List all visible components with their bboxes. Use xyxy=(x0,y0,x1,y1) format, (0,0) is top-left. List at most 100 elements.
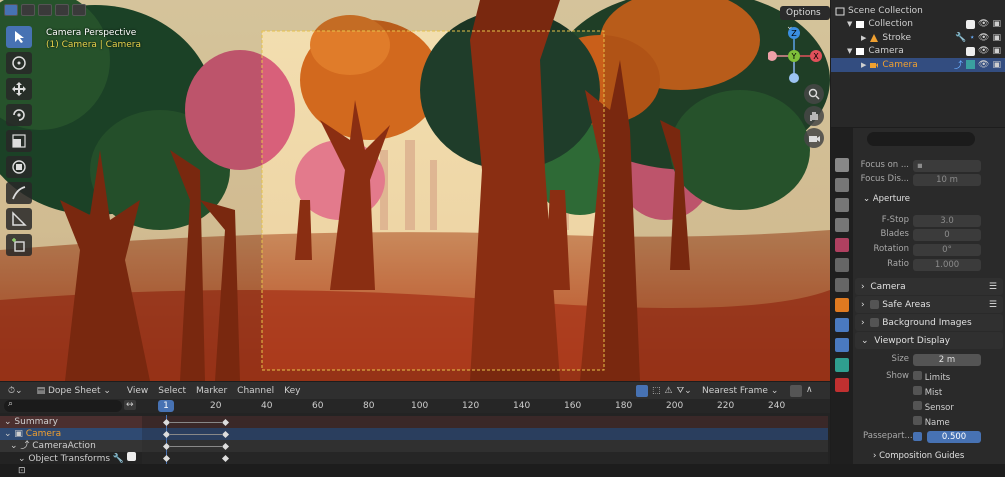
blades-field[interactable]: 0 xyxy=(913,229,981,241)
wrench-icon[interactable]: 🔧 xyxy=(113,454,124,464)
menu-select[interactable]: Select xyxy=(158,386,186,396)
modifier-wrench-icon[interactable]: 🔧 xyxy=(955,33,966,43)
channel-summary[interactable]: ⌄ Summary xyxy=(0,416,142,428)
outliner-row-camera-object[interactable]: ▶ Camera ⤴ 👁 ▣ xyxy=(831,58,1005,72)
pan-button[interactable] xyxy=(804,106,824,126)
focus-object-field[interactable]: ▪ xyxy=(913,160,981,172)
composition-guides-header[interactable]: › Composition Guides xyxy=(873,451,1005,461)
camera-render-icon[interactable]: ▣ xyxy=(992,60,1001,70)
properties-search-input[interactable] xyxy=(866,132,975,146)
options-dropdown[interactable]: Options ⌄ xyxy=(780,6,830,32)
constraint-icon[interactable]: ⋆ xyxy=(969,33,975,43)
outliner-row-collection[interactable]: ▼ Collection 👁 ▣ xyxy=(831,18,1005,32)
transform-tool[interactable] xyxy=(6,156,32,178)
constraints-tab-icon[interactable] xyxy=(835,338,849,352)
mode-dropdown[interactable]: ▤ Dope Sheet ⌄ xyxy=(37,386,111,396)
scene-tab-icon[interactable] xyxy=(835,238,849,252)
select-subtract-mode-button[interactable] xyxy=(38,4,52,16)
mist-checkbox[interactable] xyxy=(913,386,922,395)
output-tab-icon[interactable] xyxy=(835,198,849,212)
limits-checkbox-wrap[interactable]: Limits xyxy=(913,371,950,383)
falloff-curve-icon[interactable]: ∧ xyxy=(806,385,813,397)
menu-channel[interactable]: Channel xyxy=(237,386,274,396)
camera-render-icon[interactable]: ▣ xyxy=(992,33,1001,43)
warning-icon[interactable]: ⚠ xyxy=(665,386,673,396)
passepartout-field[interactable]: 0.500 xyxy=(927,431,981,443)
zoom-button[interactable] xyxy=(804,84,824,104)
exclude-checkbox[interactable] xyxy=(966,46,976,56)
mist-checkbox-wrap[interactable]: Mist xyxy=(913,386,942,398)
camera-view-button[interactable] xyxy=(804,128,824,148)
eye-icon[interactable]: 👁 xyxy=(978,46,989,56)
select-invert-mode-button[interactable] xyxy=(55,4,69,16)
proportional-edit-icon[interactable] xyxy=(790,384,802,397)
size-field[interactable]: 2 m xyxy=(913,354,981,366)
track-camera-action[interactable] xyxy=(142,440,828,452)
channel-camera-action[interactable]: ⌄ ⤴ CameraAction xyxy=(0,440,142,452)
collection-tab-icon[interactable] xyxy=(835,278,849,292)
view-layer-tab-icon[interactable] xyxy=(835,218,849,232)
sync-width-icon[interactable]: ↔ xyxy=(124,400,136,410)
rotation-field[interactable]: 0° xyxy=(913,244,981,256)
cursor-tool[interactable] xyxy=(6,52,32,74)
passepartout-checkbox[interactable] xyxy=(913,432,922,441)
texture-tab-icon[interactable] xyxy=(835,378,849,392)
filter-icon[interactable]: ⛛⌄ xyxy=(677,386,692,396)
channel-search-input[interactable]: ⌕ xyxy=(4,399,122,412)
select-box-mode-button[interactable] xyxy=(4,4,18,16)
safe-areas-checkbox[interactable] xyxy=(870,300,880,309)
current-frame-indicator[interactable]: 1 xyxy=(158,400,174,412)
outliner-row-stroke[interactable]: ▶ Stroke 🔧 ⋆ 👁 ▣ xyxy=(831,31,1005,45)
editor-type-icon[interactable]: ⏱⌄ xyxy=(8,386,23,396)
exclude-checkbox[interactable] xyxy=(966,19,976,29)
fstop-field[interactable]: 3.0 xyxy=(913,215,981,227)
select-extend-mode-button[interactable] xyxy=(21,4,35,16)
world-tab-icon[interactable] xyxy=(835,258,849,272)
navigation-gizmo[interactable]: Z X Y xyxy=(768,26,824,86)
only-selected-icon[interactable] xyxy=(636,384,648,397)
camera-render-icon[interactable]: ▣ xyxy=(992,19,1001,29)
list-icon[interactable]: ☰ xyxy=(989,300,997,310)
outliner-row-scene-collection[interactable]: Scene Collection xyxy=(831,4,1005,18)
sensor-checkbox[interactable] xyxy=(913,401,922,410)
mute-checkbox[interactable] xyxy=(127,452,137,461)
select-tool[interactable] xyxy=(6,26,32,48)
move-tool[interactable] xyxy=(6,78,32,100)
viewport-display-panel-header[interactable]: ⌄ Viewport Display xyxy=(855,332,1003,349)
name-checkbox-wrap[interactable]: Name xyxy=(913,416,950,428)
camera-data-tab-icon[interactable] xyxy=(835,358,849,372)
object-tab-icon[interactable] xyxy=(835,298,849,312)
aperture-subpanel-header[interactable]: ⌄ Aperture xyxy=(863,194,1005,204)
select-intersect-mode-button[interactable] xyxy=(72,4,86,16)
sensor-checkbox-wrap[interactable]: Sensor xyxy=(913,401,954,413)
measure-tool[interactable] xyxy=(6,208,32,230)
3d-viewport[interactable]: Camera Perspective (1) Camera | Camera O… xyxy=(0,0,830,381)
menu-key[interactable]: Key xyxy=(284,386,300,396)
snapping-dropdown[interactable]: Nearest Frame ⌄ xyxy=(702,386,778,396)
menu-marker[interactable]: Marker xyxy=(196,386,227,396)
tool-tab-icon[interactable] xyxy=(835,158,849,172)
safe-areas-panel-header[interactable]: › Safe Areas ☰ xyxy=(855,296,1003,313)
animation-data-icon[interactable]: ⤴ xyxy=(954,58,963,71)
eye-icon[interactable]: 👁 xyxy=(978,33,989,43)
rotate-tool[interactable] xyxy=(6,104,32,126)
focus-distance-field[interactable]: 10 m xyxy=(913,174,981,186)
add-cube-tool[interactable] xyxy=(6,234,32,256)
background-images-panel-header[interactable]: › Background Images xyxy=(855,314,1003,331)
scale-tool[interactable] xyxy=(6,130,32,152)
frame-ruler[interactable]: ⌕ ↔ 1 20 40 60 80 100 120 140 160 180 20… xyxy=(0,399,830,413)
background-images-checkbox[interactable] xyxy=(870,318,880,327)
camera-panel-header[interactable]: › Camera ☰ xyxy=(855,278,1003,295)
physics-tab-icon[interactable] xyxy=(835,318,849,332)
camera-render-icon[interactable]: ▣ xyxy=(992,46,1001,56)
menu-view[interactable]: View xyxy=(127,386,148,396)
list-icon[interactable]: ☰ xyxy=(989,282,997,292)
track-object-transforms[interactable] xyxy=(142,452,828,464)
annotate-tool[interactable] xyxy=(6,182,32,204)
eye-icon[interactable]: 👁 xyxy=(978,60,989,70)
track-camera[interactable] xyxy=(142,428,828,440)
camera-data-icon[interactable] xyxy=(966,60,976,70)
limits-checkbox[interactable] xyxy=(913,371,922,380)
name-checkbox[interactable] xyxy=(913,416,922,425)
lock-icon[interactable]: ⊡ xyxy=(18,466,26,476)
